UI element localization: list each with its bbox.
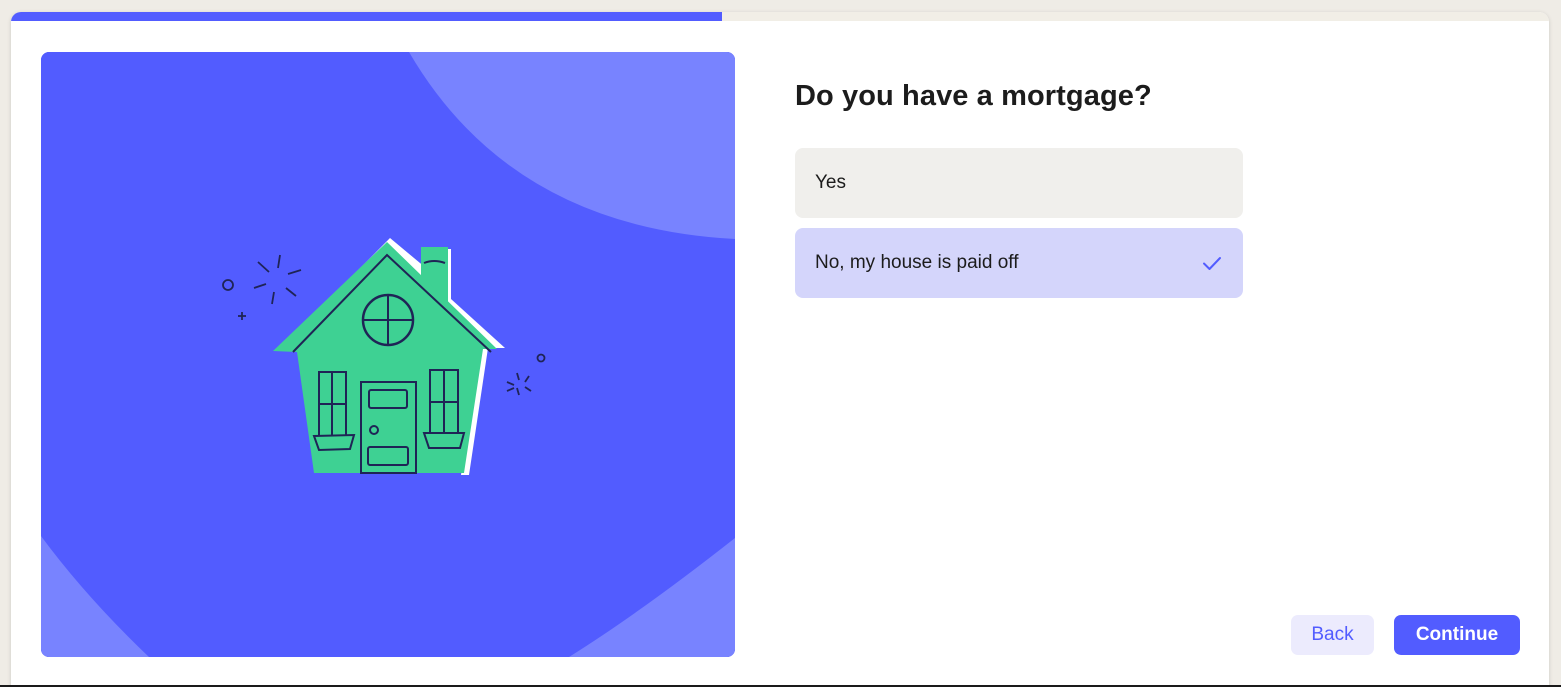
house-illustration-graphic — [41, 52, 735, 657]
continue-button[interactable]: Continue — [1394, 615, 1520, 655]
onboarding-card: Do you have a mortgage? Yes No, my house… — [11, 12, 1549, 687]
option-no-paid-off[interactable]: No, my house is paid off — [795, 228, 1243, 298]
option-no-label: No, my house is paid off — [815, 252, 1019, 273]
house-illustration — [41, 52, 735, 657]
back-button[interactable]: Back — [1291, 615, 1374, 655]
progress-bar-fill — [11, 12, 722, 21]
option-yes[interactable]: Yes — [795, 148, 1243, 218]
option-yes-label: Yes — [815, 172, 846, 193]
progress-bar — [11, 12, 1549, 21]
check-icon — [1203, 257, 1221, 270]
question-title: Do you have a mortgage? — [795, 80, 1152, 112]
